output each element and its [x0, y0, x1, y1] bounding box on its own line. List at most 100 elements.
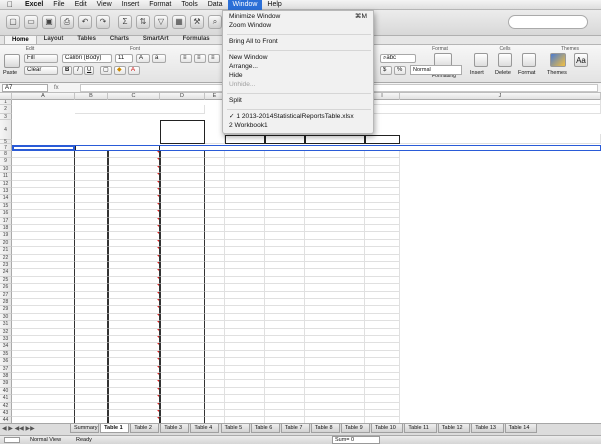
sheet-tab-table-7[interactable]: Table 7: [280, 424, 310, 433]
error-indicator-icon[interactable]: [157, 402, 159, 405]
row-header[interactable]: 37: [0, 365, 12, 373]
decrease-font-icon[interactable]: a: [152, 54, 166, 63]
format-cells-icon[interactable]: [522, 53, 536, 67]
row-header[interactable]: 11: [0, 173, 12, 181]
row-header[interactable]: 42: [0, 402, 12, 410]
number-format-select[interactable]: ⌕abc: [380, 54, 416, 63]
menu-view[interactable]: View: [92, 0, 117, 10]
menu-file[interactable]: File: [48, 0, 69, 10]
open-folder-icon[interactable]: ▭: [24, 15, 38, 29]
row-header[interactable]: 10: [0, 165, 12, 174]
font-color-icon[interactable]: A: [128, 66, 140, 75]
clear-button[interactable]: Clear: [24, 66, 58, 75]
redo-icon[interactable]: ↷: [96, 15, 110, 29]
error-indicator-icon[interactable]: [157, 284, 159, 287]
menu-format[interactable]: Format: [144, 0, 176, 10]
row-header[interactable]: 15: [0, 202, 12, 211]
filter-icon[interactable]: ▽: [154, 15, 168, 29]
normal-view-icon[interactable]: [4, 437, 20, 443]
gallery-icon[interactable]: ▦: [172, 15, 186, 29]
sheet-tab-table-12[interactable]: Table 12: [437, 424, 471, 433]
error-indicator-icon[interactable]: [157, 410, 159, 412]
error-indicator-icon[interactable]: [157, 306, 159, 309]
spreadsheet-grid[interactable]: 1234567891011121314151617181920212223242…: [0, 100, 601, 423]
row-header[interactable]: 21: [0, 247, 12, 255]
border-icon[interactable]: ▢: [100, 66, 112, 75]
tab-home[interactable]: Home: [4, 35, 37, 44]
themes-icon[interactable]: [550, 53, 566, 67]
sheet-tab-table-9[interactable]: Table 9: [340, 424, 370, 433]
row-header[interactable]: 39: [0, 380, 12, 388]
menu-edit[interactable]: Edit: [70, 0, 92, 10]
error-indicator-icon[interactable]: [157, 350, 159, 353]
window-menu-item[interactable]: Minimize Window ⌘M: [223, 13, 375, 21]
window-menu-item[interactable]: Zoom Window: [223, 22, 375, 30]
row-header[interactable]: 25: [0, 276, 12, 285]
sort-icon[interactable]: ⇅: [136, 15, 150, 29]
increase-font-icon[interactable]: A: [136, 54, 150, 63]
error-indicator-icon[interactable]: [157, 217, 159, 220]
search-field[interactable]: [508, 15, 588, 29]
toolbox-icon[interactable]: ⚒: [190, 15, 204, 29]
row-header[interactable]: 28: [0, 299, 12, 307]
bold-button[interactable]: B: [62, 66, 72, 75]
row-header[interactable]: 20: [0, 239, 12, 248]
row-header[interactable]: 4: [0, 120, 12, 140]
error-indicator-icon[interactable]: [157, 269, 159, 272]
row-header[interactable]: 9: [0, 158, 12, 166]
new-document-icon[interactable]: ▢: [6, 15, 20, 29]
delete-cells-icon[interactable]: [498, 53, 512, 67]
error-indicator-icon[interactable]: [157, 262, 159, 264]
error-indicator-icon[interactable]: [157, 380, 159, 383]
error-indicator-icon[interactable]: [157, 343, 159, 346]
row-header[interactable]: 27: [0, 291, 12, 299]
fill-color-icon[interactable]: ◆: [114, 66, 126, 75]
row-header[interactable]: 34: [0, 343, 12, 351]
row-header[interactable]: 43: [0, 410, 12, 418]
error-indicator-icon[interactable]: [157, 188, 159, 190]
row-header[interactable]: 32: [0, 328, 12, 336]
row-header[interactable]: 40: [0, 387, 12, 396]
window-menu-item[interactable]: New Window: [223, 54, 375, 62]
tab-smartart[interactable]: SmartArt: [136, 35, 176, 44]
menu-insert[interactable]: Insert: [117, 0, 145, 10]
row-header[interactable]: 29: [0, 306, 12, 314]
insert-cells-icon[interactable]: [474, 53, 488, 67]
sum-display[interactable]: Sum= 0: [332, 436, 380, 444]
column-header-b[interactable]: B: [75, 93, 108, 100]
paste-icon[interactable]: [4, 54, 20, 68]
font-name-select[interactable]: Calibri (Body): [62, 54, 112, 63]
error-indicator-icon[interactable]: [157, 202, 159, 205]
window-menu-item[interactable]: 2 Workbook1: [223, 122, 375, 130]
underline-button[interactable]: U: [84, 66, 94, 75]
sheet-tab-table-5[interactable]: Table 5: [220, 424, 250, 433]
sheet-tab-table-14[interactable]: Table 14: [504, 424, 537, 433]
undo-icon[interactable]: ↶: [78, 15, 92, 29]
name-box[interactable]: A7: [2, 84, 48, 92]
sheet-tab-table-8[interactable]: Table 8: [310, 424, 340, 433]
align-left-icon[interactable]: ≡: [180, 54, 192, 63]
error-indicator-icon[interactable]: [157, 225, 159, 227]
error-indicator-icon[interactable]: [157, 254, 159, 257]
tab-tables[interactable]: Tables: [70, 35, 103, 44]
row-header[interactable]: 35: [0, 350, 12, 359]
autosum-icon[interactable]: Σ: [118, 15, 132, 29]
column-header-a[interactable]: A: [12, 93, 75, 100]
window-menu-item[interactable]: Bring All to Front: [223, 38, 375, 46]
percent-icon[interactable]: %: [394, 66, 406, 75]
row-header[interactable]: 26: [0, 284, 12, 292]
error-indicator-icon[interactable]: [157, 395, 159, 398]
row-header[interactable]: 16: [0, 210, 12, 218]
sheet-tab-table-2[interactable]: Table 2: [130, 424, 160, 433]
column-header-c[interactable]: C: [108, 93, 160, 100]
row-header[interactable]: 12: [0, 180, 12, 188]
fill-button[interactable]: Fill: [24, 54, 58, 63]
error-indicator-icon[interactable]: [157, 299, 159, 301]
error-indicator-icon[interactable]: [157, 210, 159, 213]
error-indicator-icon[interactable]: [157, 291, 159, 294]
row-header[interactable]: 36: [0, 358, 12, 366]
row-header[interactable]: 30: [0, 313, 12, 322]
row-header[interactable]: 31: [0, 321, 12, 329]
style-gallery[interactable]: Normal: [410, 65, 462, 75]
column-header-j[interactable]: J: [400, 93, 601, 100]
